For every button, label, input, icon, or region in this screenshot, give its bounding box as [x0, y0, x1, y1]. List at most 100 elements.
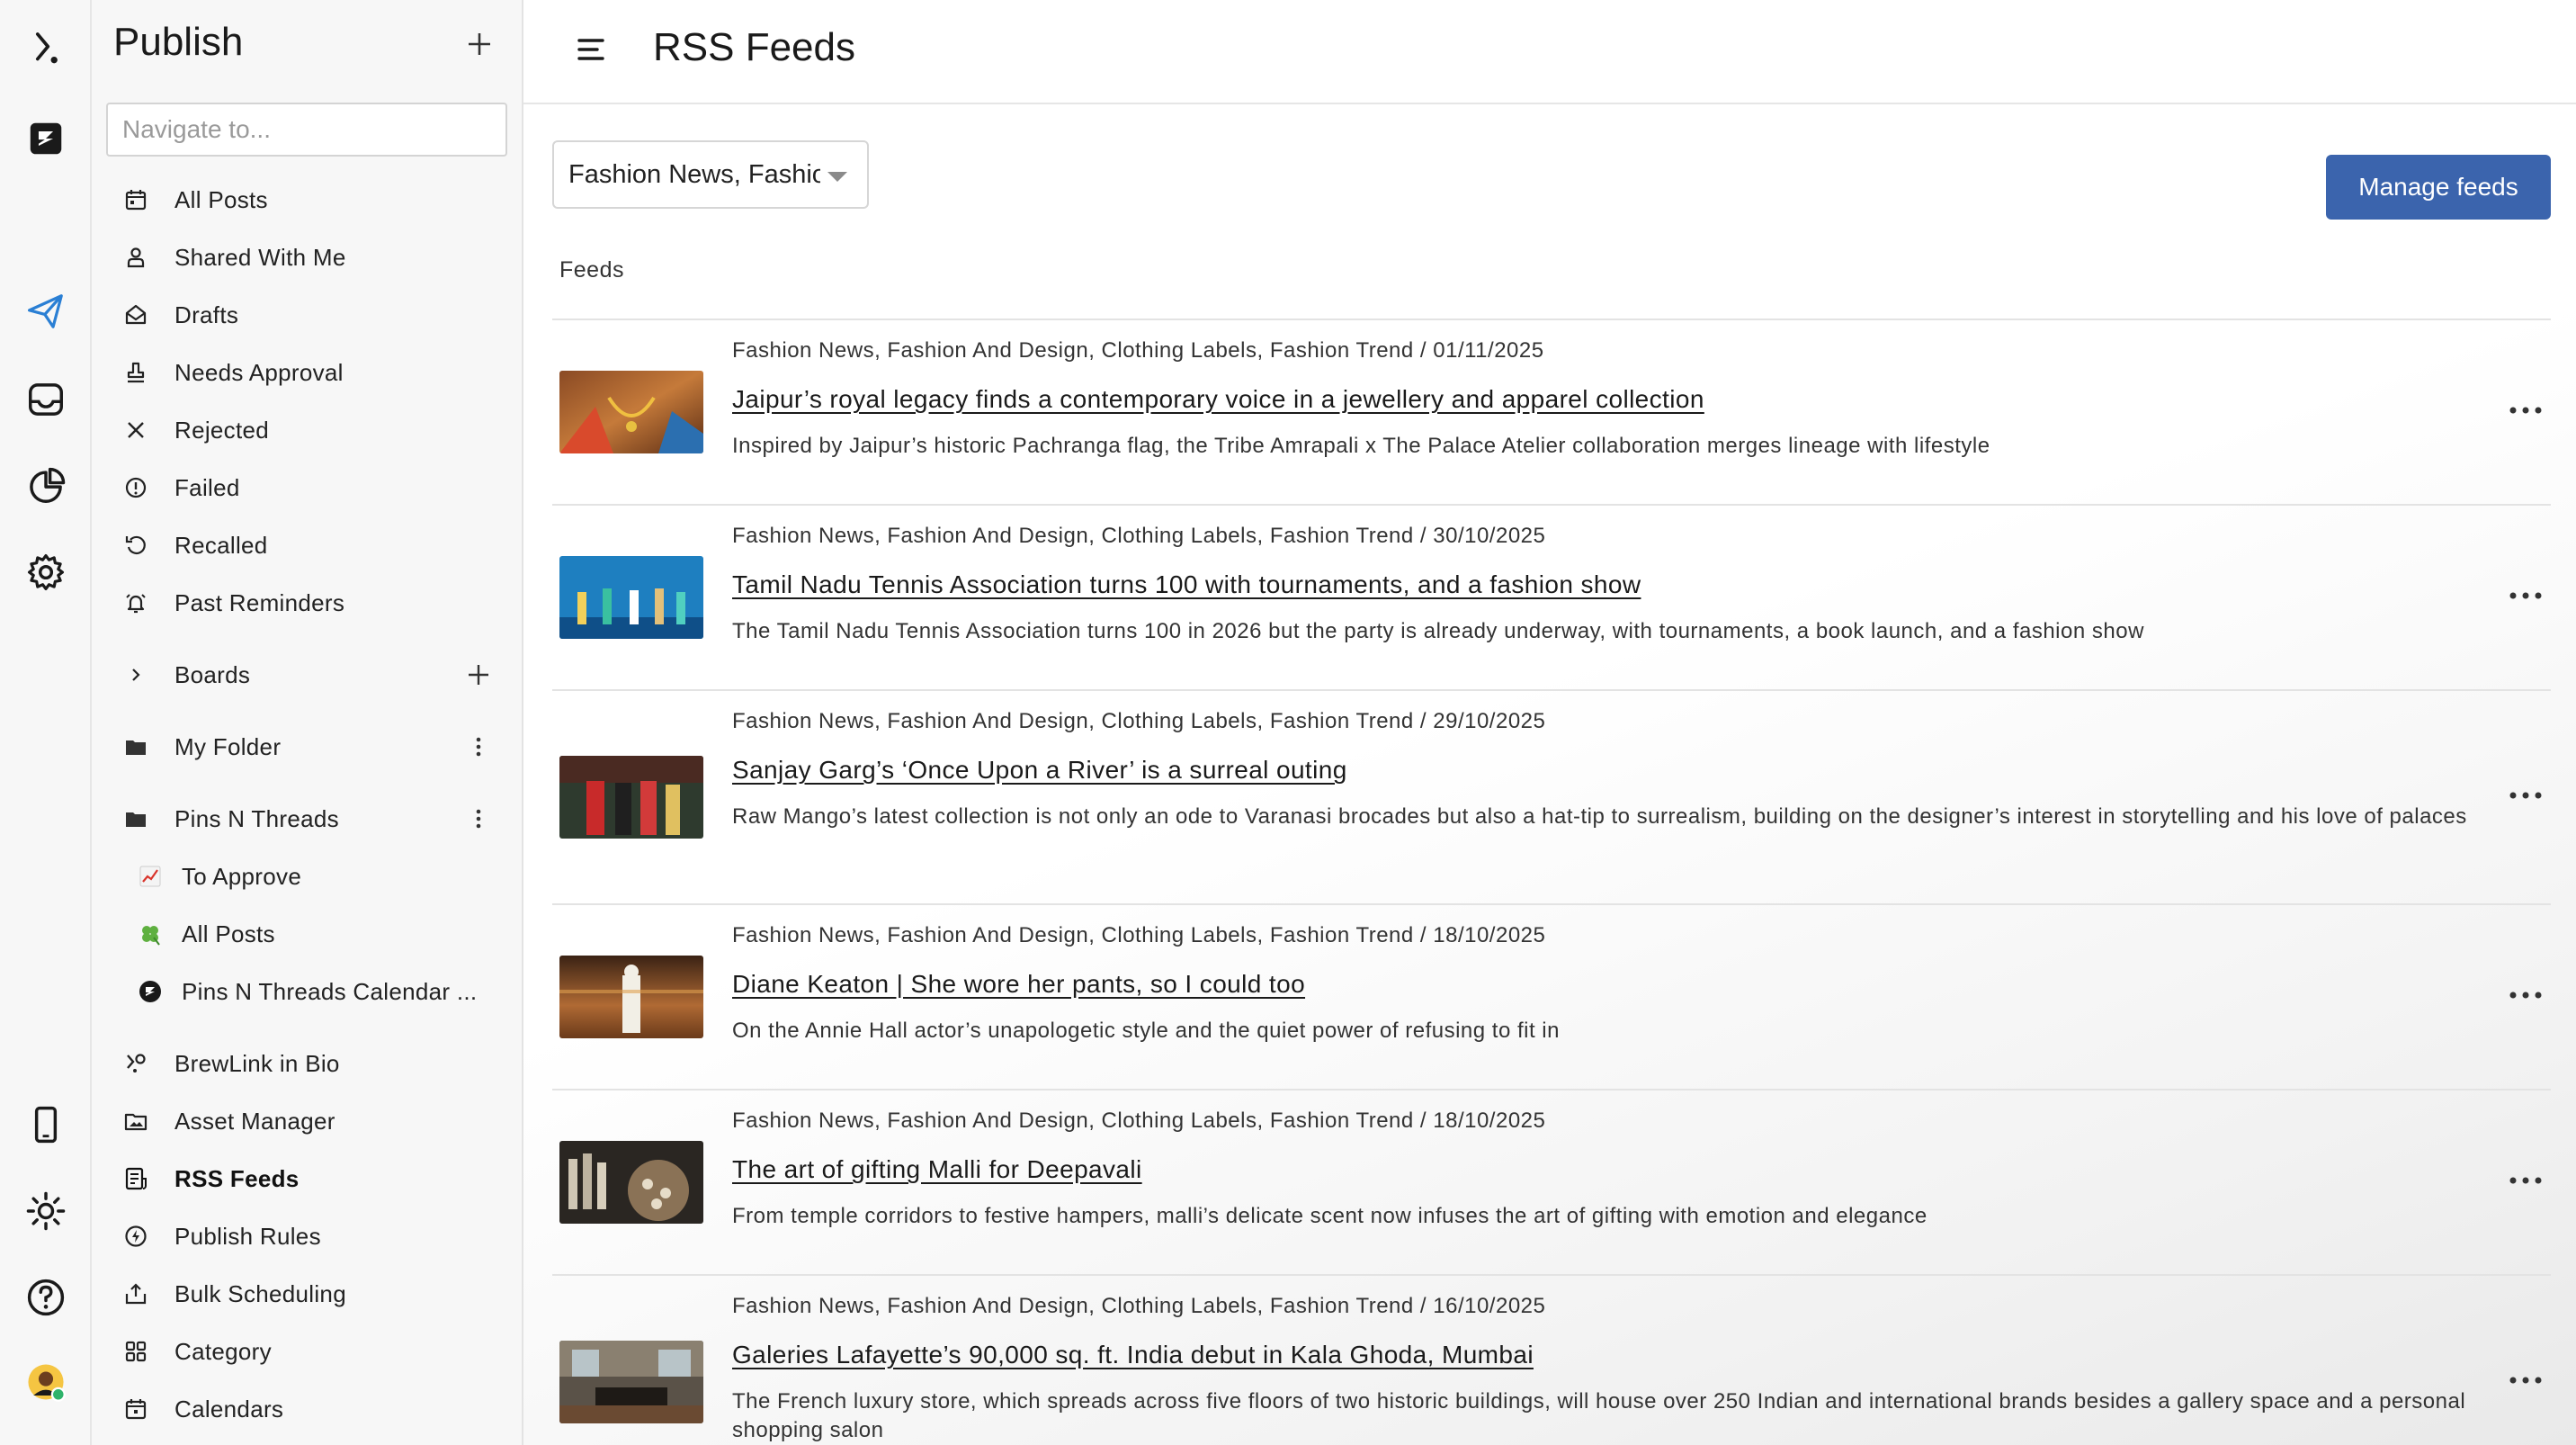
folder-more-button[interactable]: [461, 801, 496, 837]
feed-more-button[interactable]: [2500, 392, 2551, 428]
sidebar-item-label: Pins N Threads Calendar ...: [182, 977, 478, 1005]
sidebar-item-needs-approval[interactable]: Needs Approval: [106, 347, 507, 398]
feed-more-button[interactable]: [2500, 1362, 2551, 1398]
feed-description: The Tamil Nadu Tennis Association turns …: [732, 619, 2144, 643]
sidebar-item-label: Rejected: [174, 416, 270, 444]
sidebar-item-category[interactable]: Category: [106, 1326, 507, 1377]
settings-gear-icon[interactable]: [17, 543, 75, 601]
close-x-icon: [122, 417, 149, 444]
sidebar-item-boards[interactable]: Boards: [106, 650, 507, 700]
theme-sun-icon[interactable]: [17, 1182, 75, 1240]
feed-more-button[interactable]: [2500, 777, 2551, 813]
feed-thumbnail-image: [559, 1141, 703, 1224]
navigate-search-input[interactable]: [106, 103, 507, 157]
feed-description: From temple corridors to festive hampers…: [732, 1204, 1928, 1228]
sidebar-item-label: All Posts: [174, 185, 268, 213]
sidebar-item-shared-with-me[interactable]: Shared With Me: [106, 232, 507, 283]
clover-icon: [137, 920, 164, 947]
feed-title-link[interactable]: Galeries Lafayette’s 90,000 sq. ft. Indi…: [732, 1341, 1534, 1369]
feed-title-link[interactable]: Sanjay Garg’s ‘Once Upon a River’ is a s…: [732, 756, 1347, 785]
rss-feed-icon: [122, 1165, 149, 1192]
feed-description: Inspired by Jaipur’s historic Pachranga …: [732, 434, 1990, 458]
feed-meta: Fashion News, Fashion And Design, Clothi…: [732, 1294, 1546, 1318]
publish-sidebar: Publish All Posts Shared With Me Drafts …: [92, 0, 523, 1445]
add-board-button[interactable]: [461, 657, 496, 693]
feed-category-select[interactable]: Fashion News, Fashion And Design, Clothi…: [552, 140, 869, 209]
sidebar-item-rejected[interactable]: Rejected: [106, 405, 507, 455]
feed-meta: Fashion News, Fashion And Design, Clothi…: [732, 1108, 1546, 1133]
sidebar-item-pins-n-threads[interactable]: Pins N Threads: [106, 794, 507, 844]
sidebar-item-label: RSS Feeds: [174, 1164, 300, 1192]
feed-more-button[interactable]: [2500, 977, 2551, 1013]
feed-title-link[interactable]: Diane Keaton | She wore her pants, so I …: [732, 970, 1305, 999]
more-horizontal-icon: [2509, 1377, 2542, 1384]
link-bio-icon: [122, 1050, 149, 1077]
feed-thumbnail-image: [559, 556, 703, 639]
feed-description: On the Annie Hall actor’s unapologetic s…: [732, 1019, 1560, 1043]
sidebar-item-drafts[interactable]: Drafts: [106, 290, 507, 340]
feed-row: Fashion News, Fashion And Design, Clothi…: [552, 506, 2551, 691]
calendar-icon: [122, 186, 149, 213]
grid-squares-icon: [122, 1338, 149, 1365]
stamp-icon: [122, 359, 149, 386]
sidebar-item-label: Past Reminders: [174, 588, 345, 616]
sidebar-item-label: Asset Manager: [174, 1107, 335, 1135]
mobile-device-icon[interactable]: [17, 1096, 75, 1153]
undo-arrow-icon: [122, 532, 149, 559]
feed-meta: Fashion News, Fashion And Design, Clothi…: [732, 524, 1546, 548]
inbox-icon[interactable]: [17, 371, 75, 428]
sidebar-item-brewlink-in-bio[interactable]: BrewLink in Bio: [106, 1038, 507, 1089]
sidebar-item-failed[interactable]: Failed: [106, 462, 507, 513]
sidebar-item-recalled[interactable]: Recalled: [106, 520, 507, 570]
sidebar-item-board-all-posts[interactable]: All Posts: [106, 909, 507, 959]
plus-icon: [469, 33, 490, 55]
manage-feeds-button[interactable]: Manage feeds: [2326, 155, 2551, 220]
publish-paper-plane-icon[interactable]: [17, 283, 75, 340]
sidebar-item-rss-feeds[interactable]: RSS Feeds: [106, 1153, 507, 1204]
sidebar-item-to-approve[interactable]: To Approve: [106, 851, 507, 902]
sidebar-item-label: My Folder: [174, 732, 282, 760]
feed-more-button[interactable]: [2500, 578, 2551, 614]
add-post-button[interactable]: [457, 22, 502, 67]
chevron-right-icon: [122, 661, 149, 688]
feed-title-link[interactable]: Tamil Nadu Tennis Association turns 100 …: [732, 570, 1641, 599]
feed-more-button[interactable]: [2500, 1162, 2551, 1198]
sidebar-item-asset-manager[interactable]: Asset Manager: [106, 1096, 507, 1146]
sidebar-item-pins-calendar[interactable]: Pins N Threads Calendar ...: [106, 966, 507, 1017]
sidebar-item-calendars[interactable]: Calendars: [106, 1384, 507, 1434]
feed-row: Fashion News, Fashion And Design, Clothi…: [552, 1090, 2551, 1276]
sidebar-item-label: Needs Approval: [174, 358, 344, 386]
feed-select-value: Fashion News, Fashion And Design, Clothi…: [568, 159, 820, 189]
folder-more-button[interactable]: [461, 729, 496, 765]
workspace-icon[interactable]: [17, 110, 75, 167]
sidebar-item-publish-rules[interactable]: Publish Rules: [106, 1211, 507, 1261]
more-horizontal-icon: [2509, 407, 2542, 414]
more-horizontal-icon: [2509, 992, 2542, 999]
page-title: RSS Feeds: [653, 25, 855, 69]
sidebar-item-label: Boards: [174, 660, 251, 688]
more-horizontal-icon: [2509, 592, 2542, 599]
plus-icon: [469, 665, 488, 685]
image-folder-icon: [122, 1108, 149, 1135]
help-question-icon[interactable]: [17, 1269, 75, 1326]
more-vertical-icon: [476, 737, 481, 757]
feed-title-link[interactable]: The art of gifting Malli for Deepavali: [732, 1155, 1142, 1184]
hamburger-menu-icon: [577, 39, 604, 60]
sidebar-item-bulk-scheduling[interactable]: Bulk Scheduling: [106, 1269, 507, 1319]
user-avatar-icon[interactable]: [17, 1353, 75, 1411]
sidebar-item-my-folder[interactable]: My Folder: [106, 722, 507, 772]
page-header: RSS Feeds: [523, 0, 2576, 104]
feed-description: Raw Mango’s latest collection is not onl…: [732, 804, 2467, 829]
folder-icon: [122, 805, 149, 832]
feed-meta: Fashion News, Fashion And Design, Clothi…: [732, 923, 1546, 947]
analytics-pie-icon[interactable]: [17, 457, 75, 515]
user-icon: [122, 244, 149, 271]
menu-toggle-button[interactable]: [568, 27, 613, 72]
bolt-circle-icon: [122, 1223, 149, 1250]
brand-logo-icon[interactable]: [17, 20, 75, 77]
sidebar-item-past-reminders[interactable]: Past Reminders: [106, 578, 507, 628]
feed-title-link[interactable]: Jaipur’s royal legacy finds a contempora…: [732, 385, 1704, 414]
feed-row: Fashion News, Fashion And Design, Clothi…: [552, 1276, 2551, 1445]
sidebar-item-label: Category: [174, 1337, 272, 1365]
sidebar-item-all-posts[interactable]: All Posts: [106, 175, 507, 225]
